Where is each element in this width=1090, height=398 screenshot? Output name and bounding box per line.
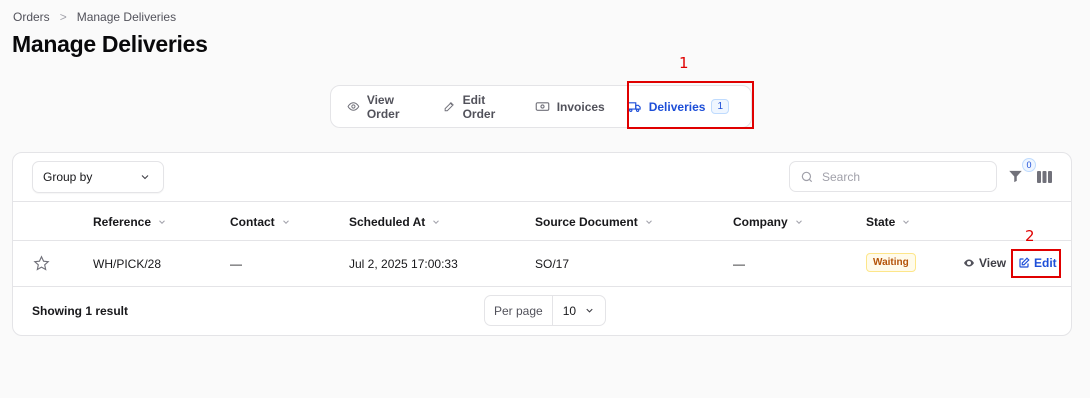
annotation-box-2 xyxy=(1011,249,1061,278)
per-page-label: Per page xyxy=(485,296,553,325)
result-count: Showing 1 result xyxy=(32,304,129,318)
annotation-box-1 xyxy=(627,81,754,129)
status-badge: Waiting xyxy=(866,253,916,272)
columns-icon[interactable] xyxy=(1037,170,1052,184)
chevron-down-icon xyxy=(433,220,440,224)
column-header-company[interactable]: Company xyxy=(733,215,804,229)
group-by-select[interactable]: Group by xyxy=(32,161,164,193)
annotation-label-2: 2 xyxy=(1025,227,1035,245)
column-label: State xyxy=(866,215,896,229)
column-header-state[interactable]: State xyxy=(866,215,911,229)
annotation-label-1: 1 xyxy=(679,54,689,72)
edit-icon xyxy=(444,102,454,112)
view-button[interactable]: View xyxy=(963,256,1006,270)
column-label: Source Document xyxy=(535,215,638,229)
column-label: Contact xyxy=(230,215,275,229)
tab-label: View Order xyxy=(366,92,400,121)
per-page-value-wrap: 10 xyxy=(553,304,605,318)
chevron-down-icon xyxy=(159,220,165,224)
breadcrumb-orders[interactable]: Orders xyxy=(13,10,50,24)
deliveries-table-card: Group by Search 0 Reference Contact Sche… xyxy=(12,152,1072,336)
tab-view-order[interactable]: View Order xyxy=(347,93,421,121)
tab-invoices[interactable]: Invoices xyxy=(535,99,605,114)
column-label: Reference xyxy=(93,215,152,229)
tab-label: Edit Order xyxy=(462,92,496,121)
per-page-value: 10 xyxy=(562,303,577,318)
tab-label: Invoices xyxy=(556,99,605,114)
banknote-icon xyxy=(535,102,549,111)
group-by-label: Group by xyxy=(43,170,93,184)
chevron-down-icon xyxy=(282,220,289,224)
column-label: Company xyxy=(733,215,788,229)
chevron-down-icon xyxy=(645,220,652,224)
filter-icon[interactable] xyxy=(1008,169,1023,184)
table-row[interactable]: WH/PICK/28 — Jul 2, 2025 17:00:33 SO/17 … xyxy=(13,241,1071,287)
search-input[interactable]: Search xyxy=(789,161,997,192)
chevron-down-icon xyxy=(903,220,910,224)
column-header-reference[interactable]: Reference xyxy=(93,215,167,229)
column-label: Scheduled At xyxy=(349,215,426,229)
column-header-source-document[interactable]: Source Document xyxy=(535,215,654,229)
page-title: Manage Deliveries xyxy=(12,31,208,57)
chevron-down-icon xyxy=(795,220,802,224)
per-page-select[interactable]: Per page 10 xyxy=(484,295,607,326)
star-icon[interactable] xyxy=(33,255,50,272)
cell-reference: WH/PICK/28 xyxy=(93,257,162,271)
eye-icon xyxy=(964,259,974,267)
cell-scheduled-at: Jul 2, 2025 17:00:33 xyxy=(349,257,458,271)
chevron-down-icon xyxy=(141,175,149,180)
search-placeholder: Search xyxy=(822,169,861,184)
cell-source-document: SO/17 xyxy=(535,257,570,271)
tab-edit-order[interactable]: Edit Order xyxy=(443,93,513,121)
column-header-scheduled-at[interactable]: Scheduled At xyxy=(349,215,441,229)
cell-company: — xyxy=(733,257,745,271)
table-header: Reference Contact Scheduled At Source Do… xyxy=(13,202,1071,241)
breadcrumb-separator: > xyxy=(59,10,67,24)
table-footer: Showing 1 result Per page 10 xyxy=(13,287,1071,335)
column-header-contact[interactable]: Contact xyxy=(230,215,291,229)
search-icon xyxy=(801,171,813,182)
view-label: View xyxy=(979,256,1007,270)
filter-count-badge: 0 xyxy=(1022,158,1036,172)
breadcrumb: Orders > Manage Deliveries xyxy=(13,10,176,24)
cell-contact: — xyxy=(230,257,242,271)
eye-icon xyxy=(347,102,360,111)
breadcrumb-manage-deliveries[interactable]: Manage Deliveries xyxy=(77,10,176,24)
table-toolbar: Group by Search 0 xyxy=(13,153,1071,202)
chevron-down-icon xyxy=(586,308,593,313)
